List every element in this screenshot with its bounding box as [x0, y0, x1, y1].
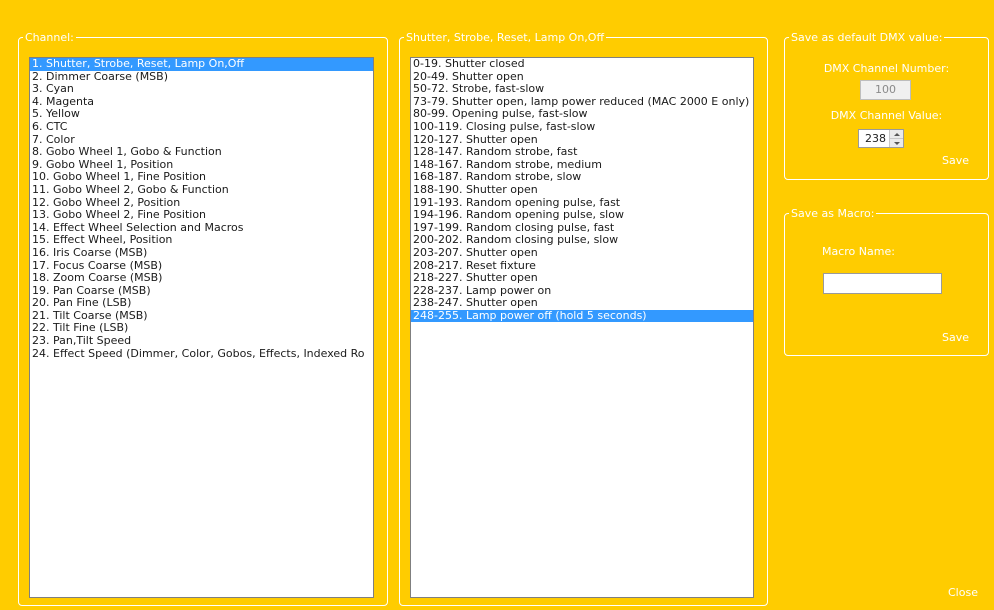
channel-list-item[interactable]: 14. Effect Wheel Selection and Macros [30, 222, 373, 235]
channel-list-item[interactable]: 17. Focus Coarse (MSB) [30, 260, 373, 273]
channel-list-item[interactable]: 23. Pan,Tilt Speed [30, 335, 373, 348]
default-dmx-group: Save as default DMX value: DMX Channel N… [784, 30, 989, 180]
dmx-channel-number-field: 100 [860, 80, 911, 100]
channel-value-list-item[interactable]: 238-247. Shutter open [411, 297, 753, 310]
channel-group: Channel: 1. Shutter, Strobe, Reset, Lamp… [18, 30, 388, 606]
stepper-down-button[interactable] [890, 139, 903, 147]
channel-list-item[interactable]: 20. Pan Fine (LSB) [30, 297, 373, 310]
channel-list-item[interactable]: 9. Gobo Wheel 1, Position [30, 159, 373, 172]
channel-list-item[interactable]: 12. Gobo Wheel 2, Position [30, 197, 373, 210]
channel-value-list-item[interactable]: 0-19. Shutter closed [411, 58, 753, 71]
macro-name-input[interactable] [823, 273, 942, 294]
channel-value-list-item[interactable]: 197-199. Random closing pulse, fast [411, 222, 753, 235]
channel-values-group-title: Shutter, Strobe, Reset, Lamp On,Off [404, 30, 607, 45]
channel-value-list-item[interactable]: 208-217. Reset fixture [411, 260, 753, 273]
default-dmx-group-title: Save as default DMX value: [789, 30, 945, 45]
channel-value-list-item[interactable]: 80-99. Opening pulse, fast-slow [411, 108, 753, 121]
channel-values-group: Shutter, Strobe, Reset, Lamp On,Off 0-19… [399, 30, 768, 606]
save-macro-group: Save as Macro: Macro Name: Save [784, 206, 989, 356]
channel-group-title: Channel: [23, 30, 76, 45]
save-default-button[interactable]: Save [942, 154, 969, 167]
macro-name-label: Macro Name: [822, 245, 895, 258]
channel-value-list-item[interactable]: 20-49. Shutter open [411, 71, 753, 84]
channel-list-item[interactable]: 4. Magenta [30, 96, 373, 109]
dmx-channel-number-label: DMX Channel Number: [823, 62, 950, 75]
channel-list-item[interactable]: 3. Cyan [30, 83, 373, 96]
channel-value-list-item[interactable]: 228-237. Lamp power on [411, 285, 753, 298]
channel-value-list-item[interactable]: 168-187. Random strobe, slow [411, 171, 753, 184]
dmx-channel-value-stepper[interactable]: 238 [858, 129, 904, 148]
dmx-channel-value-input[interactable]: 238 [859, 130, 890, 147]
channel-value-list-item[interactable]: 50-72. Strobe, fast-slow [411, 83, 753, 96]
chevron-down-icon [893, 141, 900, 145]
channel-list-item[interactable]: 11. Gobo Wheel 2, Gobo & Function [30, 184, 373, 197]
channel-value-list-item[interactable]: 200-202. Random closing pulse, slow [411, 234, 753, 247]
channel-values-listbox[interactable]: 0-19. Shutter closed 20-49. Shutter open 5… [410, 57, 754, 598]
channel-list-item[interactable]: 16. Iris Coarse (MSB) [30, 247, 373, 260]
save-macro-button[interactable]: Save [942, 331, 969, 344]
channel-listbox[interactable]: 1. Shutter, Strobe, Reset, Lamp On,Off 2.… [29, 57, 374, 598]
chevron-up-icon [893, 132, 900, 136]
close-button[interactable]: Close [948, 586, 978, 599]
channel-list-item[interactable]: 22. Tilt Fine (LSB) [30, 322, 373, 335]
channel-list-item[interactable]: 2. Dimmer Coarse (MSB) [30, 71, 373, 84]
channel-list-item[interactable]: 7. Color [30, 134, 373, 147]
channel-list-item[interactable]: 18. Zoom Coarse (MSB) [30, 272, 373, 285]
channel-value-list-item[interactable]: 194-196. Random opening pulse, slow [411, 209, 753, 222]
channel-value-list-item[interactable]: 100-119. Closing pulse, fast-slow [411, 121, 753, 134]
channel-list-item[interactable]: 5. Yellow [30, 108, 373, 121]
channel-value-list-item[interactable]: 191-193. Random opening pulse, fast [411, 197, 753, 210]
channel-list-item[interactable]: 24. Effect Speed (Dimmer, Color, Gobos, … [30, 348, 373, 361]
channel-list-item[interactable]: 6. CTC [30, 121, 373, 134]
channel-list-item[interactable]: 1. Shutter, Strobe, Reset, Lamp On,Off [30, 58, 373, 71]
channel-value-list-item[interactable]: 148-167. Random strobe, medium [411, 159, 753, 172]
channel-value-list-item[interactable]: 188-190. Shutter open [411, 184, 753, 197]
channel-value-list-item[interactable]: 203-207. Shutter open [411, 247, 753, 260]
channel-value-list-item[interactable]: 120-127. Shutter open [411, 134, 753, 147]
channel-value-list-item[interactable]: 73-79. Shutter open, lamp power reduced … [411, 96, 753, 109]
channel-list-item[interactable]: 21. Tilt Coarse (MSB) [30, 310, 373, 323]
save-macro-group-title: Save as Macro: [789, 206, 877, 221]
dmx-channel-value-label: DMX Channel Value: [830, 109, 943, 122]
channel-list-item[interactable]: 13. Gobo Wheel 2, Fine Position [30, 209, 373, 222]
channel-value-list-item[interactable]: 218-227. Shutter open [411, 272, 753, 285]
channel-value-list-item[interactable]: 128-147. Random strobe, fast [411, 146, 753, 159]
channel-list-item[interactable]: 8. Gobo Wheel 1, Gobo & Function [30, 146, 373, 159]
channel-list-item[interactable]: 19. Pan Coarse (MSB) [30, 285, 373, 298]
channel-value-list-item[interactable]: 248-255. Lamp power off (hold 5 seconds) [411, 309, 753, 323]
channel-list-item[interactable]: 15. Effect Wheel, Position [30, 234, 373, 247]
stepper-up-button[interactable] [890, 130, 903, 139]
channel-list-item[interactable]: 10. Gobo Wheel 1, Fine Position [30, 171, 373, 184]
stepper-buttons [889, 130, 903, 147]
